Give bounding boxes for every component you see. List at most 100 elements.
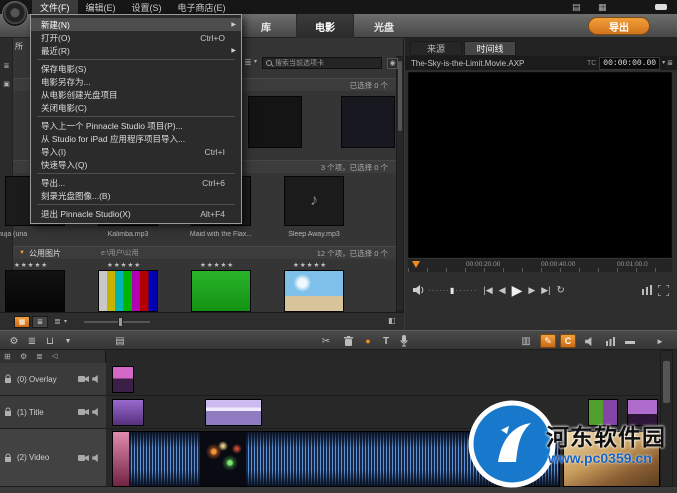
timecode-display[interactable]: 00:00:00.00 <box>599 56 661 70</box>
video-toggle-icon[interactable] <box>78 375 89 383</box>
meter-icon[interactable] <box>602 334 618 348</box>
info-icon[interactable]: ◧ <box>388 317 396 325</box>
next-marker-button[interactable]: ▶| <box>541 285 550 296</box>
play-button[interactable]: ▶ <box>512 282 523 299</box>
menu-item-new[interactable]: 新建(N) ▶ <box>31 18 241 31</box>
menu-item-recent[interactable]: 最近(R) ▶ <box>31 44 241 57</box>
rating-stars[interactable]: ★★★★★ <box>107 261 141 269</box>
library-section-header[interactable]: ▼ 公用图片 e:\用户\公用 12 个项，已选择 0 个 <box>13 246 396 259</box>
menu-eshop[interactable]: 电子商店(E) <box>170 0 234 14</box>
tc-chevron-icon[interactable]: ▾ <box>662 60 665 66</box>
title-clip[interactable] <box>112 399 144 426</box>
picture-thumbnail[interactable] <box>5 270 65 312</box>
audio-toggle-icon[interactable] <box>92 453 102 462</box>
loop-icon[interactable]: ↻ <box>557 285 565 296</box>
menu-edit[interactable]: 编辑(E) <box>78 0 124 14</box>
rating-stars[interactable]: ★★★★★ <box>14 261 48 269</box>
track-lane-overlay[interactable] <box>106 363 660 396</box>
tab-disc[interactable]: 光盘 <box>358 14 410 38</box>
tab-source[interactable]: 来源 <box>410 41 462 56</box>
menu-item-save-movie-as[interactable]: 电影另存为... <box>31 75 241 88</box>
tree-icon[interactable]: ≣ <box>0 60 13 72</box>
music-thumbnail[interactable]: ♪ <box>284 176 344 226</box>
export-button[interactable]: 导出 <box>588 17 650 35</box>
collapse-arrow-icon[interactable]: ▼ <box>19 250 25 256</box>
menu-item-import-previous-project[interactable]: 导入上一个 Pinnacle Studio 项目(P)... <box>31 119 241 132</box>
prev-marker-button[interactable]: |◀ <box>483 285 492 296</box>
menu-item-quick-import[interactable]: 快速导入(Q) <box>31 158 241 171</box>
audio-meter-icon[interactable] <box>642 285 652 295</box>
overlay-clip[interactable] <box>112 366 134 393</box>
tab-library[interactable]: 库 <box>240 14 292 38</box>
nav-arrow-icon[interactable]: ► <box>652 334 668 348</box>
fullscreen-icon[interactable] <box>658 284 669 296</box>
video-toggle-icon[interactable] <box>78 408 89 416</box>
view-menu-chevron-icon[interactable]: ▾ <box>64 319 67 325</box>
menu-item-import-from-ipad[interactable]: 从 Studio for iPad 应用程序项目导入... <box>31 132 241 145</box>
lock-icon[interactable] <box>4 374 12 384</box>
menu-file[interactable]: 文件(F) <box>32 0 78 14</box>
rating-stars[interactable]: ★★★★★ <box>200 261 234 269</box>
strip-icon[interactable]: ▬ <box>622 334 638 348</box>
detail-view-button[interactable]: ≣ <box>32 316 48 328</box>
menu-item-export[interactable]: 导出... Ctrl+6 <box>31 176 241 189</box>
jog-control[interactable]: ······▮······ <box>428 286 477 295</box>
search-options-icon[interactable]: ◉ <box>387 58 398 69</box>
filter-chevron-icon[interactable]: ▾ <box>254 59 257 65</box>
library-scrollbar-thumb[interactable] <box>398 61 402 131</box>
menu-item-create-disc-project[interactable]: 从电影创建光盘项目 <box>31 88 241 101</box>
step-forward-button[interactable]: ▶ <box>528 285 535 296</box>
filter-menu-icon[interactable]: ≣ <box>244 58 252 67</box>
library-scrollbar[interactable] <box>396 56 404 312</box>
title-tool-icon[interactable]: T <box>378 334 394 348</box>
audio-mixer-icon[interactable]: ≣ <box>24 334 40 348</box>
timeline-scrollbar-thumb[interactable] <box>663 361 670 403</box>
film-icon[interactable]: ▤ <box>112 334 128 348</box>
zoom-slider[interactable] <box>84 317 150 327</box>
search-input[interactable]: 搜索当前选项卡 <box>262 57 382 69</box>
step-back-button[interactable]: ◀ <box>499 285 506 296</box>
track-speaker-icon[interactable] <box>582 334 598 348</box>
menu-setup[interactable]: 设置(S) <box>124 0 170 14</box>
tab-timeline[interactable]: 时间线 <box>464 41 516 56</box>
menu-item-save-movie[interactable]: 保存电影(S) <box>31 62 241 75</box>
track-collapse-icon[interactable]: ◁ <box>52 353 57 360</box>
menu-item-exit[interactable]: 退出 Pinnacle Studio(X) Alt+F4 <box>31 207 241 220</box>
track-list-icon[interactable]: ≣ <box>36 353 43 361</box>
split-view-icon[interactable]: ▥ <box>518 334 534 348</box>
picture-thumbnail-colorbars[interactable] <box>98 270 158 312</box>
tab-movie[interactable]: 电影 <box>296 14 354 38</box>
magnet-icon[interactable]: ⊔ <box>42 334 58 348</box>
rating-stars[interactable]: ★★★★★ <box>293 261 327 269</box>
color-correct-icon[interactable]: C <box>560 334 576 348</box>
track-gear-icon[interactable]: ⚙ <box>20 353 27 361</box>
menu-item-open[interactable]: 打开(O) Ctrl+O <box>31 31 241 44</box>
track-add-icon[interactable]: ⊞ <box>4 353 11 361</box>
audio-toggle-icon[interactable] <box>92 408 102 416</box>
title-clip[interactable] <box>205 399 262 426</box>
marker-flag-icon[interactable]: ● <box>360 334 376 348</box>
menu-item-import[interactable]: 导入(I) Ctrl+I <box>31 145 241 158</box>
preview-menu-icon[interactable]: ≣ <box>667 60 673 67</box>
microphone-icon[interactable] <box>396 334 412 348</box>
grid-icon[interactable]: ▦ <box>598 3 607 12</box>
audio-toggle-icon[interactable] <box>92 375 102 383</box>
lock-icon[interactable] <box>4 407 12 417</box>
track-header-active[interactable]: (2) Video <box>0 429 106 487</box>
edit-pencil-icon[interactable]: ✎ <box>540 334 556 348</box>
marker-dropdown-icon[interactable]: ▼ <box>60 334 76 348</box>
media-thumbnail[interactable] <box>341 96 395 148</box>
playhead-marker[interactable] <box>412 261 420 268</box>
view-menu-icon[interactable]: ≣ <box>54 318 61 326</box>
settings-gear-icon[interactable]: ⚙ <box>6 334 22 348</box>
folder-icon[interactable]: ▣ <box>0 78 13 90</box>
track-header[interactable]: (0) Overlay <box>0 363 106 396</box>
video-viewer[interactable] <box>408 72 672 258</box>
clapper-icon[interactable]: ▤ <box>572 3 581 12</box>
razor-icon[interactable]: ✂ <box>318 334 334 348</box>
speaker-icon[interactable] <box>413 285 425 295</box>
menu-item-close-movie[interactable]: 关闭电影(C) <box>31 101 241 114</box>
preview-ruler[interactable]: 00:00:20.00 00:00:40.00 00:01:00.0 <box>408 258 672 272</box>
thumbnail-view-button[interactable]: ▦ <box>14 316 30 328</box>
lock-icon[interactable] <box>4 453 12 463</box>
